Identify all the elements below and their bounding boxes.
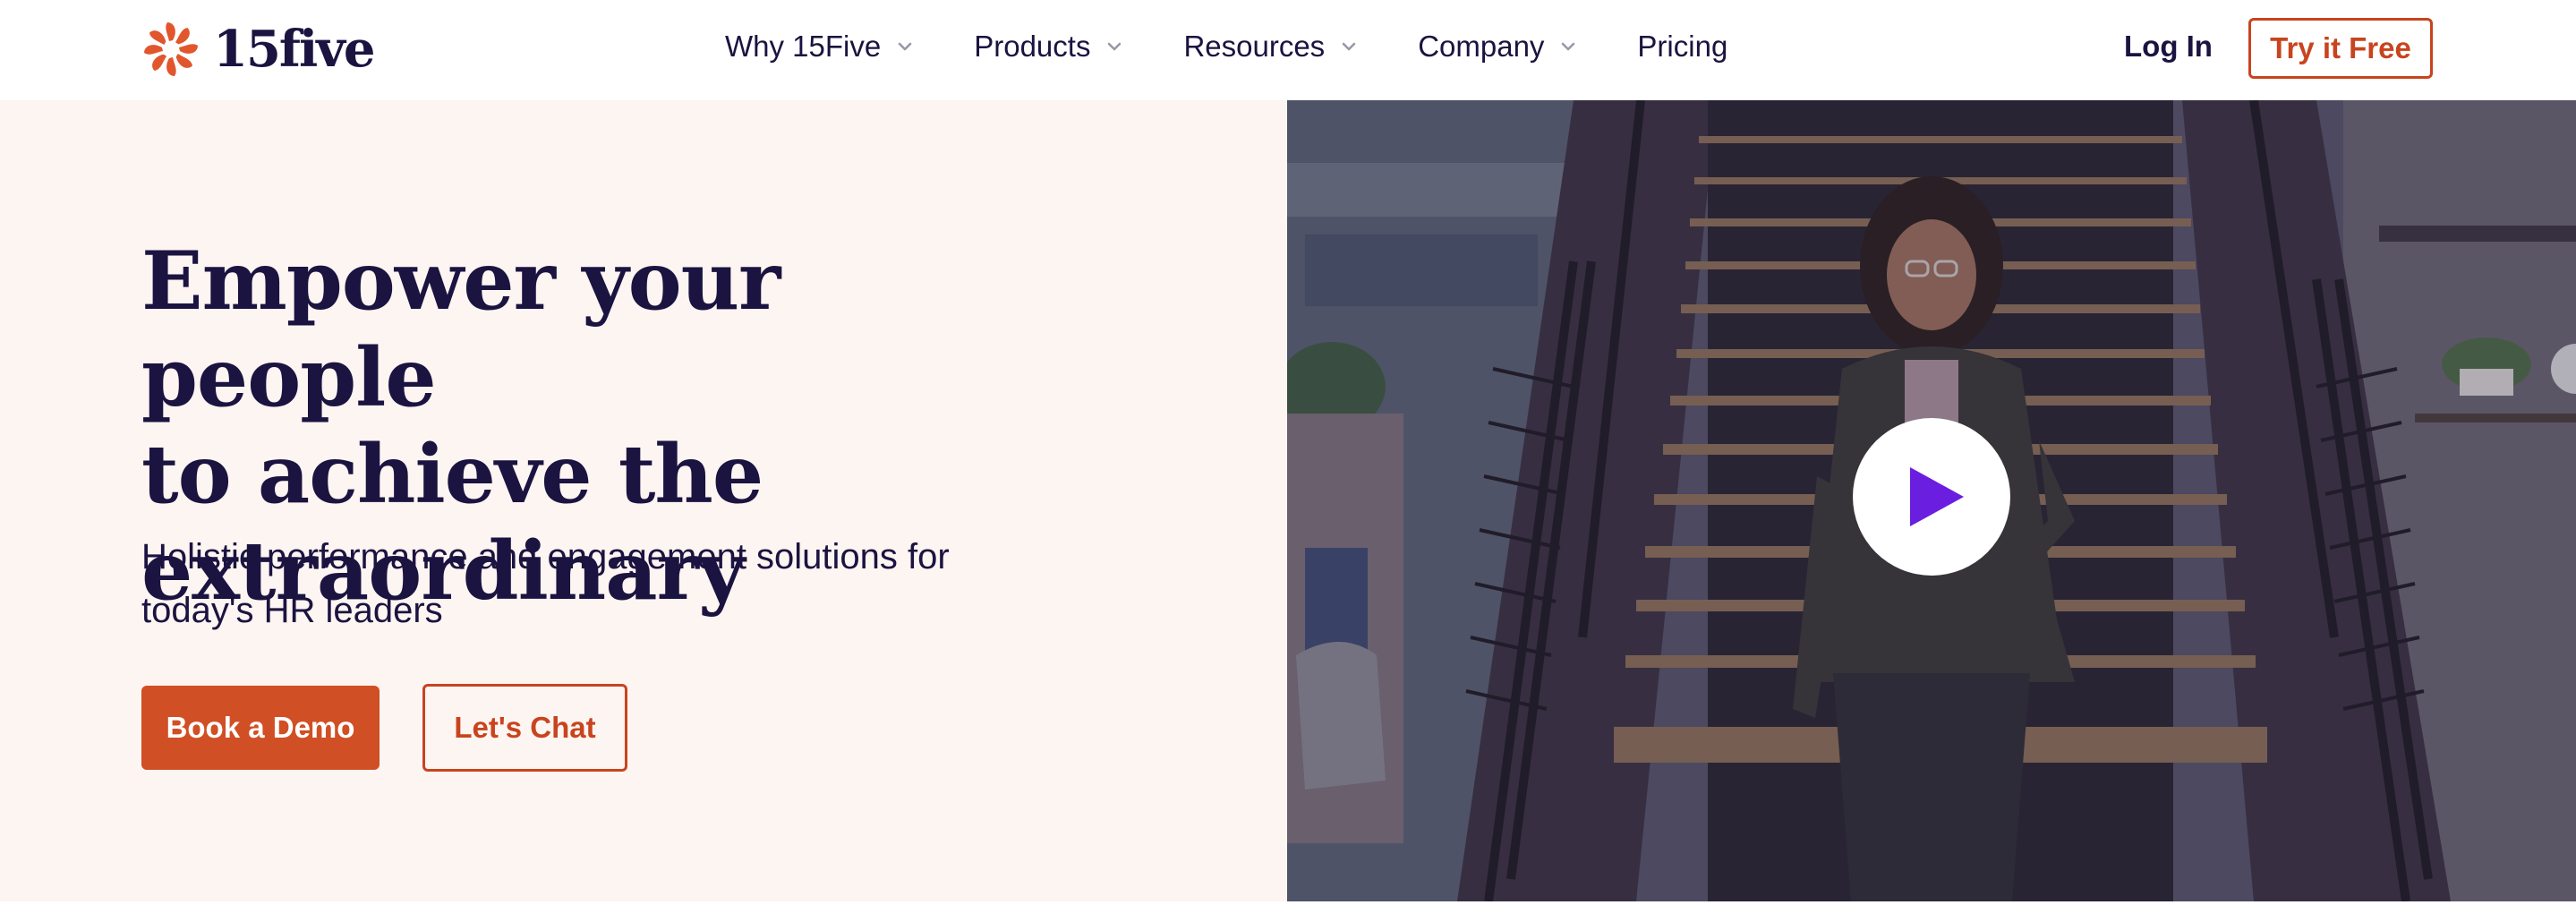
chevron-down-icon xyxy=(1562,42,1575,51)
nav-item-company[interactable]: Company xyxy=(1418,30,1578,64)
hero-headline-line: to achieve the xyxy=(141,427,763,522)
nav-item-label: Products xyxy=(974,30,1091,63)
site-header: 15five Why 15Five Products Resources Com… xyxy=(0,0,2576,100)
logo[interactable]: 15five xyxy=(141,20,375,79)
chevron-down-icon xyxy=(898,42,912,51)
lets-chat-button[interactable]: Let's Chat xyxy=(422,684,627,772)
nav-item-label: Pricing xyxy=(1637,30,1728,63)
book-a-demo-button[interactable]: Book a Demo xyxy=(141,686,380,770)
logo-burst-icon xyxy=(144,22,198,76)
play-button[interactable] xyxy=(1853,418,2010,576)
nav-item-why-15five[interactable]: Why 15Five xyxy=(725,30,915,64)
nav-item-products[interactable]: Products xyxy=(974,30,1124,64)
hero-headline-line: Empower your people xyxy=(141,234,780,425)
hero-subheading-line: today's HR leaders xyxy=(141,591,443,630)
page-bottom-strip xyxy=(0,901,2576,922)
try-it-free-button[interactable]: Try it Free xyxy=(2248,18,2433,79)
hero-video[interactable] xyxy=(1287,100,2576,901)
logo-wordmark: 15five xyxy=(213,20,375,79)
chevron-down-icon xyxy=(1108,42,1122,51)
nav-item-pricing[interactable]: Pricing xyxy=(1637,30,1727,64)
login-link[interactable]: Log In xyxy=(2124,27,2213,66)
hero-subheading: Holistic performance and engagement solu… xyxy=(141,530,1054,637)
nav-item-label: Company xyxy=(1418,30,1545,63)
hero-subheading-line: Holistic performance and engagement solu… xyxy=(141,537,950,576)
nav-item-label: Resources xyxy=(1183,30,1326,63)
nav-item-label: Why 15Five xyxy=(725,30,882,63)
play-icon xyxy=(1910,467,1964,526)
chevron-down-icon xyxy=(1342,42,1356,51)
hero-section: Empower your people to achieve the extra… xyxy=(0,100,1287,901)
nav-item-resources[interactable]: Resources xyxy=(1183,30,1359,64)
main-nav: Why 15Five Products Resources Company Pr… xyxy=(725,0,1787,93)
